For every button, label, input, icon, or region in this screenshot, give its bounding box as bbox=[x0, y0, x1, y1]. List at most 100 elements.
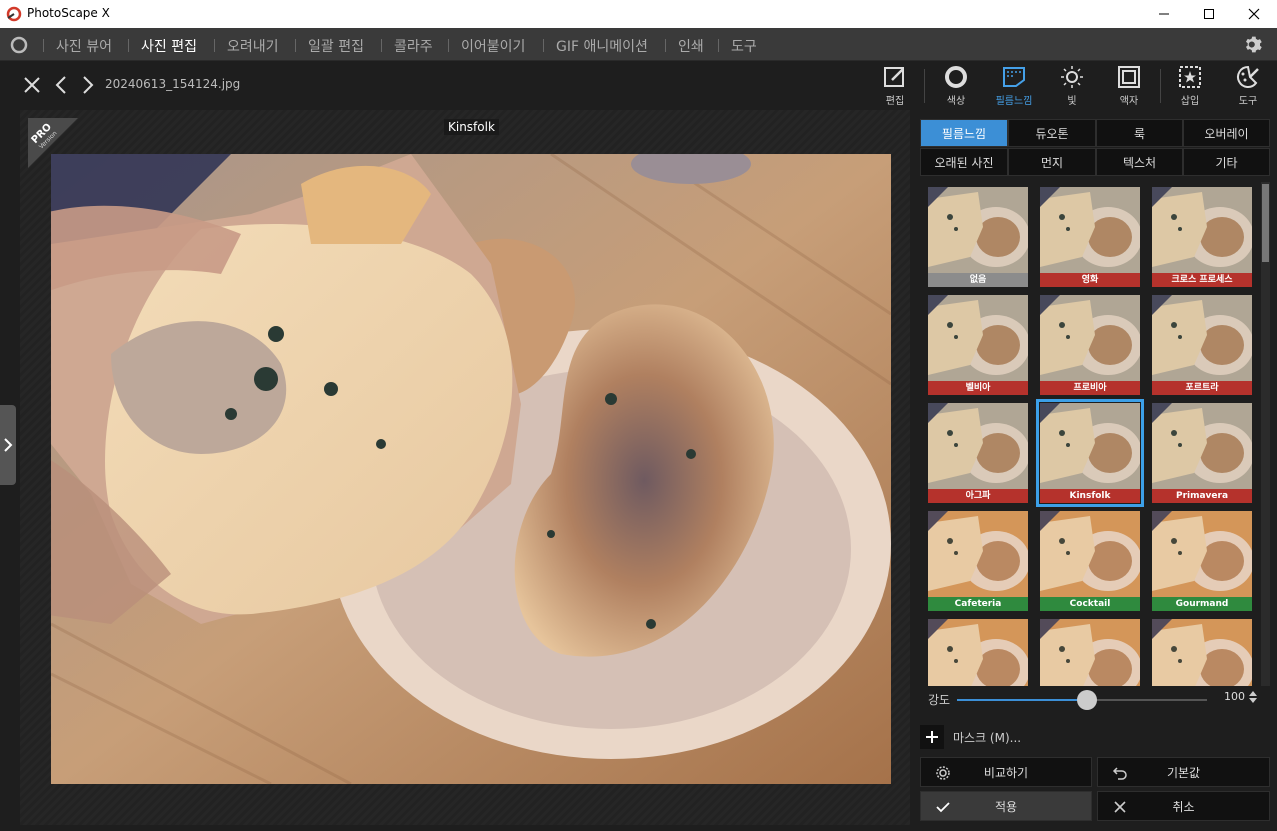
left-panel-toggle[interactable] bbox=[0, 405, 16, 485]
strength-value[interactable]: 100 bbox=[1224, 690, 1245, 703]
mask-label[interactable]: 마스크 (M)... bbox=[953, 729, 1021, 746]
app-logo-icon bbox=[6, 6, 22, 22]
reset-default-button[interactable]: 기본값 bbox=[1097, 757, 1270, 787]
filter-thumbnail-label: Cocktail bbox=[1040, 597, 1140, 611]
cancel-button[interactable]: 취소 bbox=[1097, 791, 1270, 821]
menu-separator bbox=[543, 39, 544, 52]
filter-thumbnail[interactable]: Primavera bbox=[1152, 403, 1252, 503]
window-title: PhotoScape X bbox=[27, 6, 110, 20]
menu-gif-animation[interactable]: GIF 애니메이션 bbox=[556, 36, 648, 56]
filter-thumbnail[interactable]: Kinsfolk bbox=[1036, 399, 1144, 507]
tool-edit[interactable]: 편집 bbox=[867, 65, 923, 109]
tool-film-label: 필름느낌 bbox=[995, 96, 1033, 107]
edited-photo[interactable] bbox=[51, 154, 891, 784]
minimize-button[interactable] bbox=[1141, 0, 1187, 28]
previous-photo-icon[interactable] bbox=[54, 75, 68, 95]
apply-button[interactable]: 적용 bbox=[920, 791, 1092, 821]
tool-light[interactable]: 빛 bbox=[1044, 65, 1100, 109]
compare-button[interactable]: 비교하기 bbox=[920, 757, 1092, 787]
filter-preview-image bbox=[1040, 295, 1140, 381]
strength-slider[interactable] bbox=[957, 690, 1207, 710]
filter-thumbnail-grid: 없음 영화 크로스 프로세스벨비아 프로비아 포르트라아그파 Kinsfolk Primav… bbox=[920, 182, 1258, 686]
menu-tools[interactable]: 도구 bbox=[731, 36, 757, 56]
scrollbar-thumb[interactable] bbox=[1262, 184, 1269, 262]
close-photo-icon[interactable] bbox=[22, 75, 42, 95]
filter-thumbnail-label: 크로스 프로세스 bbox=[1152, 273, 1252, 287]
filter-preview-image bbox=[1152, 295, 1252, 381]
tab-old-photo[interactable]: 오래된 사진 bbox=[920, 148, 1008, 176]
filter-thumbnail[interactable]: 크로스 프로세스 bbox=[1152, 187, 1252, 287]
filter-thumbnail-label: Gourmand bbox=[1152, 597, 1252, 611]
tab-dust[interactable]: 먼지 bbox=[1008, 148, 1096, 176]
compare-label: 비교하기 bbox=[983, 765, 1029, 780]
file-name: 20240613_154124.jpg bbox=[105, 77, 241, 91]
close-icon bbox=[1248, 8, 1260, 20]
tool-frame[interactable]: 액자 bbox=[1101, 65, 1157, 109]
tool-film[interactable]: 필름느낌 bbox=[986, 65, 1042, 109]
filter-preview-image bbox=[1152, 511, 1252, 597]
menu-photo-editor[interactable]: 사진 편집 bbox=[141, 36, 197, 56]
compare-icon bbox=[936, 766, 950, 780]
menu-batch-edit[interactable]: 일괄 편집 bbox=[308, 36, 364, 56]
plus-icon bbox=[926, 731, 938, 743]
menu-separator bbox=[448, 39, 449, 52]
menu-collage[interactable]: 콜라주 bbox=[394, 36, 433, 56]
menu-print[interactable]: 인쇄 bbox=[678, 36, 704, 56]
filter-thumbnail[interactable]: Cafeteria bbox=[928, 511, 1028, 611]
filter-thumbnail[interactable]: 포르트라 bbox=[1152, 295, 1252, 395]
insert-icon bbox=[1179, 66, 1201, 88]
tool-color[interactable]: 색상 bbox=[928, 65, 984, 109]
menu-separator bbox=[718, 39, 719, 52]
tab-look[interactable]: 룩 bbox=[1096, 119, 1183, 147]
frame-icon bbox=[1118, 66, 1140, 88]
strength-spinner-icon[interactable] bbox=[1249, 690, 1257, 704]
chevron-right-icon bbox=[4, 438, 13, 452]
filter-thumbnail[interactable] bbox=[1040, 619, 1140, 686]
settings-gear-icon[interactable] bbox=[1243, 34, 1264, 55]
add-mask-button[interactable] bbox=[920, 725, 944, 749]
maximize-icon bbox=[1204, 9, 1214, 19]
filter-preview-image bbox=[928, 511, 1028, 597]
filter-thumbnail-label: 벨비아 bbox=[928, 381, 1028, 395]
menu-separator bbox=[43, 39, 44, 52]
undo-icon bbox=[1112, 767, 1127, 780]
tool-insert[interactable]: 삽입 bbox=[1162, 65, 1218, 109]
tools-icon bbox=[1237, 65, 1259, 88]
tool-frame-label: 액자 bbox=[1119, 96, 1139, 107]
strength-slider-handle[interactable] bbox=[1077, 690, 1097, 710]
menu-cut-out[interactable]: 오려내기 bbox=[227, 36, 279, 56]
tab-etc[interactable]: 기타 bbox=[1183, 148, 1270, 176]
menu-photo-viewer[interactable]: 사진 뷰어 bbox=[56, 36, 112, 56]
maximize-button[interactable] bbox=[1186, 0, 1232, 28]
editor-toolbar: 20240613_154124.jpg 편집 색상 필름느낌 빛 액자 삽입 도… bbox=[0, 61, 1277, 109]
filter-thumbnail[interactable] bbox=[1152, 619, 1252, 686]
tab-overlay[interactable]: 오버레이 bbox=[1183, 119, 1270, 147]
tab-duotone[interactable]: 듀오톤 bbox=[1008, 119, 1096, 147]
filter-thumbnail[interactable]: 없음 bbox=[928, 187, 1028, 287]
next-photo-icon[interactable] bbox=[81, 75, 95, 95]
tool-tools-label: 도구 bbox=[1238, 96, 1258, 107]
filter-thumbnail[interactable]: 아그파 bbox=[928, 403, 1028, 503]
tab-texture[interactable]: 텍스처 bbox=[1096, 148, 1183, 176]
filter-thumbnail[interactable]: 벨비아 bbox=[928, 295, 1028, 395]
menu-combine[interactable]: 이어붙이기 bbox=[461, 36, 525, 56]
filter-thumbnail[interactable] bbox=[928, 619, 1028, 686]
current-filter-label: Kinsfolk bbox=[444, 119, 499, 135]
tool-tools[interactable]: 도구 bbox=[1220, 65, 1276, 109]
filter-preview-image bbox=[928, 187, 1028, 273]
film-icon bbox=[1003, 67, 1025, 87]
photoscape-logo-icon[interactable] bbox=[9, 35, 29, 55]
menu-separator bbox=[665, 39, 666, 52]
filter-list-scrollbar[interactable] bbox=[1261, 182, 1270, 686]
filter-thumbnail[interactable]: 영화 bbox=[1040, 187, 1140, 287]
filter-thumbnail[interactable]: 프로비아 bbox=[1040, 295, 1140, 395]
filter-preview-image bbox=[928, 619, 1028, 686]
color-icon bbox=[945, 66, 967, 88]
close-window-button[interactable] bbox=[1231, 0, 1277, 28]
filter-preview-image bbox=[1152, 187, 1252, 273]
filter-thumbnail[interactable]: Cocktail bbox=[1040, 511, 1140, 611]
tab-film[interactable]: 필름느낌 bbox=[920, 119, 1008, 147]
filter-thumbnail[interactable]: Gourmand bbox=[1152, 511, 1252, 611]
mode-menu-bar: 사진 뷰어 사진 편집 오려내기 일괄 편집 콜라주 이어붙이기 GIF 애니메… bbox=[0, 28, 1277, 61]
film-category-tabs: 필름느낌 듀오톤 룩 오버레이 오래된 사진 먼지 텍스처 기타 bbox=[920, 119, 1270, 177]
